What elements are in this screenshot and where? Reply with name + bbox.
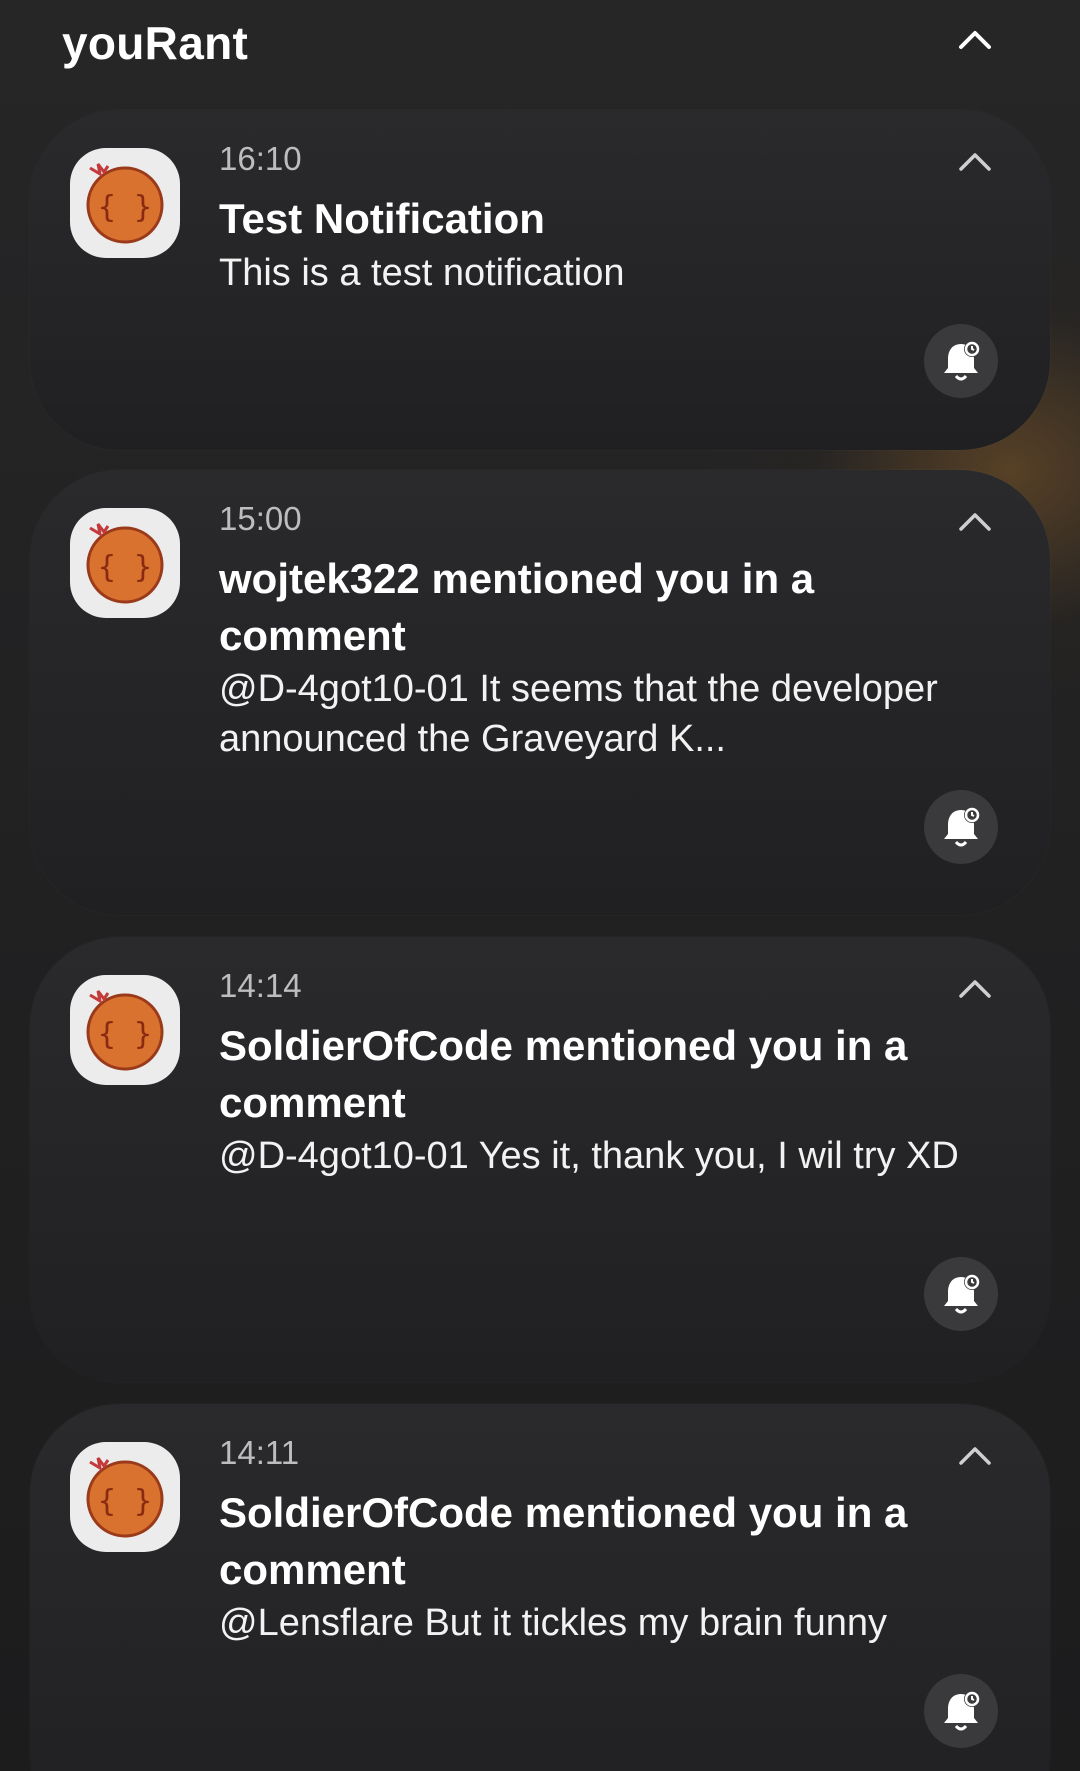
snooze-bell-icon[interactable] [924, 1674, 998, 1748]
group-app-name: youRant [62, 17, 249, 69]
svg-text:{ }: { } [98, 190, 152, 225]
collapse-chevron-up-icon[interactable] [955, 502, 995, 542]
notification-title: SoldierOfCode mentioned you in a comment [219, 1022, 908, 1126]
notification-time: 14:14 [219, 967, 302, 1004]
yourant-app-icon: { } [70, 148, 180, 258]
snooze-bell-icon[interactable] [924, 1257, 998, 1331]
collapse-chevron-up-icon[interactable] [955, 142, 995, 182]
yourant-app-icon: { } [70, 975, 180, 1085]
notification-title: SoldierOfCode mentioned you in a comment [219, 1489, 908, 1593]
collapse-group-chevron-up-icon[interactable] [955, 20, 995, 60]
notification-group-header[interactable]: youRant [0, 0, 1080, 100]
notification-body: @D-4got10-01 It seems that the developer… [219, 668, 938, 760]
yourant-app-icon: { } [70, 508, 180, 618]
notification-time: 16:10 [219, 140, 302, 177]
notification-card[interactable]: { } 14:14 SoldierOfCode mentioned you in… [30, 937, 1050, 1382]
collapse-chevron-up-icon[interactable] [955, 969, 995, 1009]
svg-text:{ }: { } [98, 1484, 152, 1519]
notification-title: Test Notification [219, 195, 545, 242]
snooze-bell-icon[interactable] [924, 790, 998, 864]
yourant-app-icon: { } [70, 1442, 180, 1552]
notification-time: 14:11 [219, 1434, 300, 1471]
snooze-bell-icon[interactable] [924, 324, 998, 398]
notification-card[interactable]: { } 15:00 wojtek322 mentioned you in a c… [30, 470, 1050, 915]
svg-text:{ }: { } [98, 550, 152, 585]
notification-body: This is a test notification [219, 252, 625, 294]
notification-card[interactable]: { } 14:11 SoldierOfCode mentioned you in… [30, 1404, 1050, 1771]
notification-body: @Lensflare But it tickles my brain funny [219, 1602, 887, 1644]
notification-card[interactable]: { } 16:10 Test Notification This is a te… [30, 110, 1050, 450]
notification-title: wojtek322 mentioned you in a comment [219, 555, 815, 659]
notification-shade: youRant { } 16:10 Test Notification This… [0, 0, 1080, 1771]
notification-time: 15:00 [219, 500, 302, 537]
collapse-chevron-up-icon[interactable] [955, 1436, 995, 1476]
notification-body: @D-4got10-01 Yes it, thank you, I wil tr… [219, 1135, 959, 1177]
svg-text:{ }: { } [98, 1017, 152, 1052]
